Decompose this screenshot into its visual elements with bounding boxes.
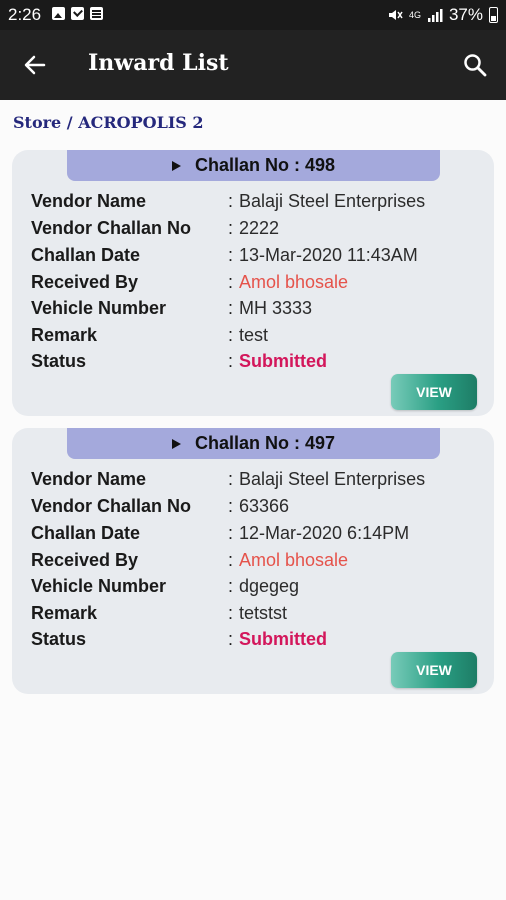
page-title: Inward List bbox=[88, 50, 229, 76]
battery-percentage: 37% bbox=[448, 5, 483, 24]
app-bar: Inward List bbox=[0, 30, 506, 100]
vendor-challan-no-value: 2222 bbox=[239, 218, 280, 238]
notification-icons bbox=[52, 7, 103, 20]
status-label: Status bbox=[31, 351, 87, 371]
received-by-value: Amol bhosale bbox=[239, 550, 349, 570]
system-icons: 4G 37% bbox=[387, 5, 498, 25]
back-button[interactable] bbox=[20, 50, 50, 80]
vehicle-number-value: MH 3333 bbox=[239, 298, 313, 318]
separator: : bbox=[228, 191, 234, 211]
challan-date-value: 13-Mar-2020 11:43AM bbox=[239, 245, 418, 265]
separator: : bbox=[228, 325, 234, 345]
search-icon bbox=[464, 54, 487, 77]
remark-value: tetstst bbox=[239, 603, 288, 623]
challan-number: Challan No : 497 bbox=[194, 433, 336, 453]
challan-date-label: Challan Date bbox=[31, 245, 141, 265]
vendor-challan-no-label: Vendor Challan No bbox=[31, 218, 192, 238]
separator: : bbox=[228, 245, 234, 265]
view-button[interactable]: VIEW bbox=[391, 374, 477, 410]
separator: : bbox=[228, 298, 234, 318]
vendor-name-value: Balaji Steel Enterprises bbox=[239, 191, 426, 211]
status-value: Submitted bbox=[239, 351, 327, 371]
breadcrumb: Store / ACROPOLIS 2 bbox=[13, 113, 204, 132]
vehicle-number-value: dgegeg bbox=[239, 576, 300, 596]
network-type-label: 4G bbox=[408, 9, 421, 20]
mute-icon bbox=[388, 10, 403, 20]
vehicle-number-label: Vehicle Number bbox=[31, 576, 167, 596]
remark-label: Remark bbox=[31, 325, 98, 345]
vendor-challan-no-label: Vendor Challan No bbox=[31, 496, 192, 516]
signal-icon bbox=[427, 9, 443, 22]
separator: : bbox=[228, 629, 234, 649]
status-time: 2:26 bbox=[8, 5, 42, 24]
separator: : bbox=[228, 469, 234, 489]
arrow-left-icon bbox=[24, 55, 46, 75]
challan-number: Challan No : 498 bbox=[194, 155, 336, 175]
checkbox-notification-icon bbox=[71, 7, 84, 20]
vehicle-number-label: Vehicle Number bbox=[31, 298, 167, 318]
received-by-label: Received By bbox=[31, 550, 139, 570]
play-arrow-icon bbox=[171, 160, 181, 171]
status-value: Submitted bbox=[239, 629, 327, 649]
challan-card: Challan No : 498 Vendor Name : Balaji St… bbox=[12, 150, 494, 416]
separator: : bbox=[228, 603, 234, 623]
remark-label: Remark bbox=[31, 603, 98, 623]
view-button[interactable]: VIEW bbox=[391, 652, 477, 688]
vendor-challan-no-value: 63366 bbox=[239, 496, 290, 516]
challan-card-header[interactable]: Challan No : 498 bbox=[67, 150, 440, 181]
remark-value: test bbox=[239, 325, 269, 345]
separator: : bbox=[228, 218, 234, 238]
challan-date-label: Challan Date bbox=[31, 523, 141, 543]
received-by-label: Received By bbox=[31, 272, 139, 292]
separator: : bbox=[228, 496, 234, 516]
status-label: Status bbox=[31, 629, 87, 649]
play-arrow-icon bbox=[171, 438, 181, 449]
gallery-notification-icon bbox=[52, 7, 65, 20]
vendor-name-value: Balaji Steel Enterprises bbox=[239, 469, 426, 489]
separator: : bbox=[228, 351, 234, 371]
battery-icon bbox=[489, 7, 498, 23]
challan-date-value: 12-Mar-2020 6:14PM bbox=[239, 523, 410, 543]
vendor-name-label: Vendor Name bbox=[31, 191, 147, 211]
search-button[interactable] bbox=[460, 50, 490, 80]
challan-card-header[interactable]: Challan No : 497 bbox=[67, 428, 440, 459]
vendor-name-label: Vendor Name bbox=[31, 469, 147, 489]
separator: : bbox=[228, 550, 234, 570]
received-by-value: Amol bhosale bbox=[239, 272, 349, 292]
challan-card: Challan No : 497 Vendor Name : Balaji St… bbox=[12, 428, 494, 694]
separator: : bbox=[228, 272, 234, 292]
separator: : bbox=[228, 576, 234, 596]
separator: : bbox=[228, 523, 234, 543]
status-bar: 2:26 4G 37% bbox=[0, 0, 506, 30]
news-notification-icon bbox=[90, 7, 103, 20]
